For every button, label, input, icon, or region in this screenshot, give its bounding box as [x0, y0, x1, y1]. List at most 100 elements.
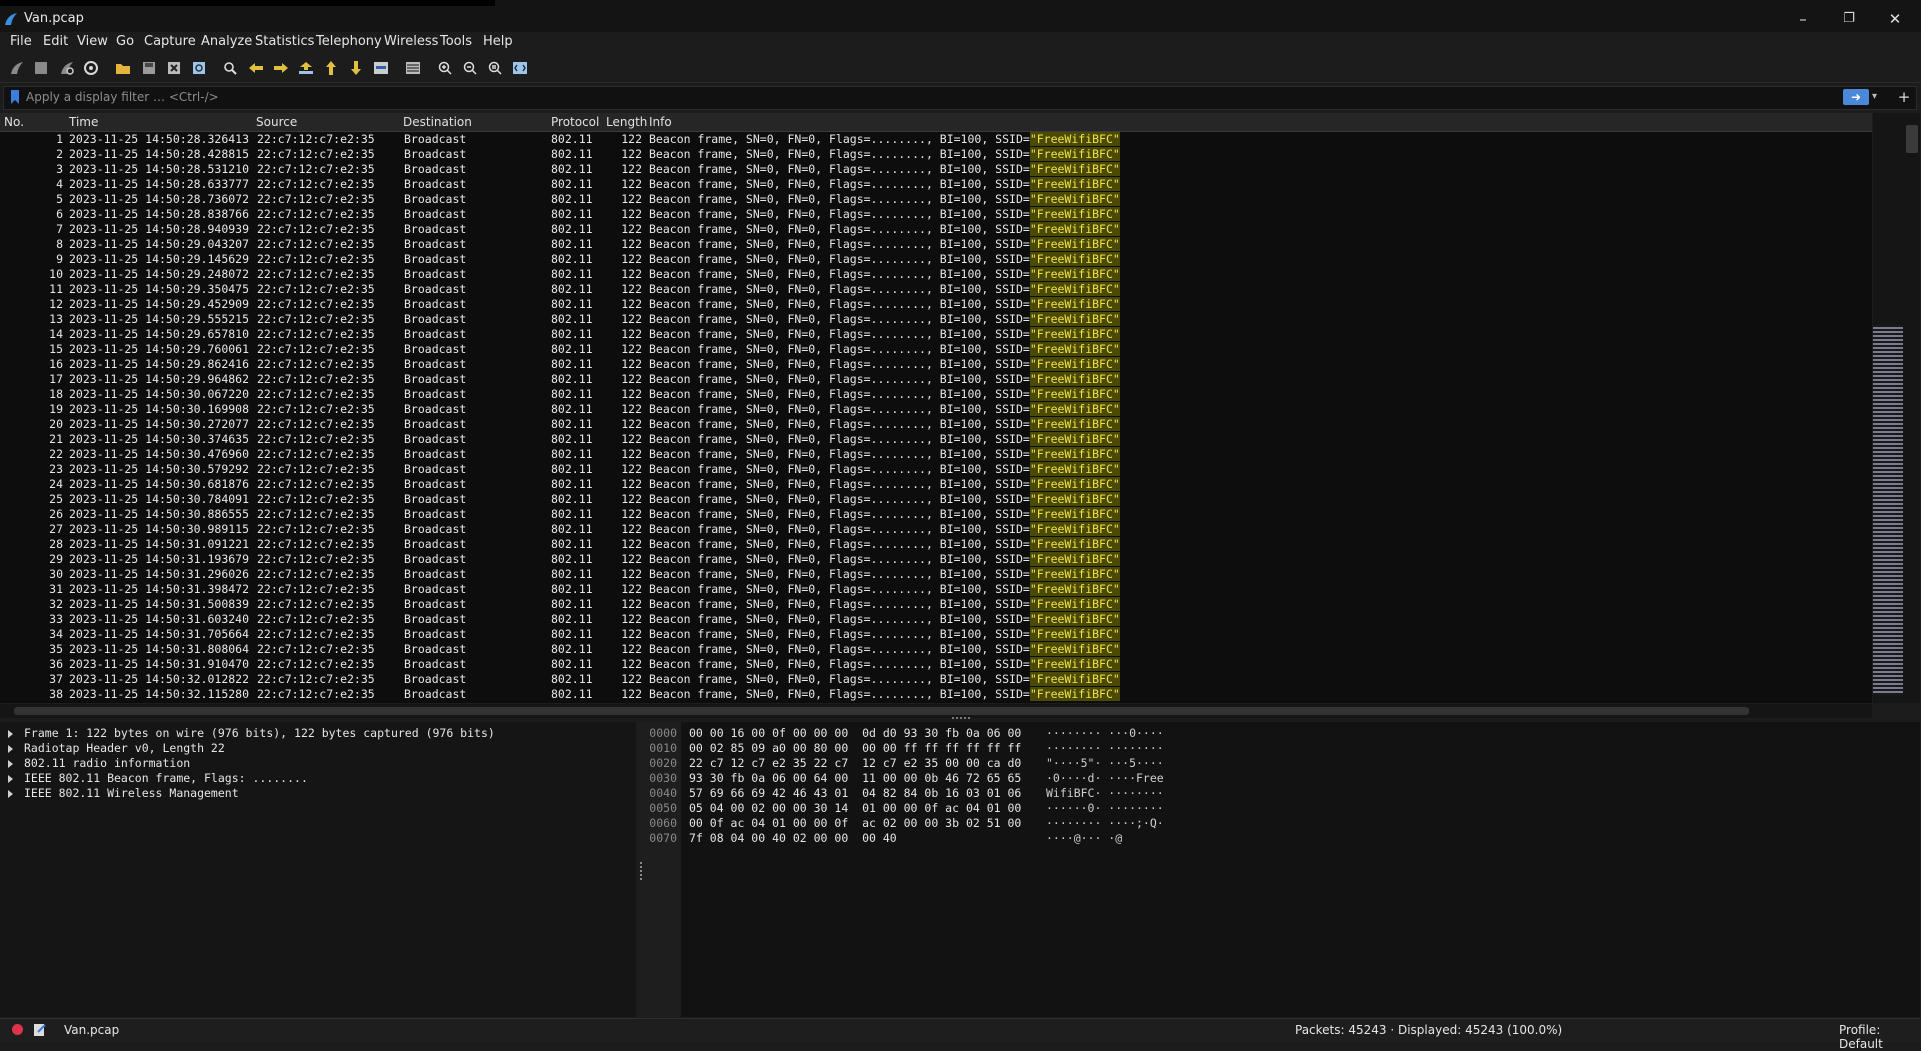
hex-dump-row[interactable]: 0070 7f 08 04 00 40 02 00 00 00 40 ····@··… [647, 831, 1347, 846]
table-row[interactable]: 9 2023-11-25 14:50:29.145629 22:c7:12:c7:e… [0, 252, 1872, 267]
table-row[interactable]: 24 2023-11-25 14:50:30.681876 22:c7:12:c7:… [0, 477, 1872, 492]
menu-help[interactable]: Help [483, 34, 513, 49]
table-row[interactable]: 27 2023-11-25 14:50:30.989115 22:c7:12:c7:… [0, 522, 1872, 537]
detail-row-radio-info[interactable]: 802.11 radio information [0, 756, 636, 771]
menu-go[interactable]: Go [116, 34, 134, 49]
table-row[interactable]: 34 2023-11-25 14:50:31.705664 22:c7:12:c7:… [0, 627, 1872, 642]
table-row[interactable]: 5 2023-11-25 14:50:28.736072 22:c7:12:c7:e… [0, 192, 1872, 207]
go-forward-arrow-icon[interactable] [270, 58, 292, 78]
detail-row-radiotap[interactable]: Radiotap Header v0, Length 22 [0, 741, 636, 756]
hex-dump-row[interactable]: 0000 00 00 16 00 0f 00 00 00 0d d0 93 30 … [647, 726, 1347, 741]
table-row[interactable]: 13 2023-11-25 14:50:29.555215 22:c7:12:c7:… [0, 312, 1872, 327]
table-row[interactable]: 12 2023-11-25 14:50:29.452909 22:c7:12:c7:… [0, 297, 1872, 312]
expand-arrow-icon[interactable] [8, 775, 13, 783]
packet-list-scroll-thumb[interactable] [1906, 125, 1918, 153]
zoom-in-icon[interactable] [434, 58, 456, 78]
ascii-bytes[interactable]: ······0· ········ [1046, 801, 1164, 816]
table-row[interactable]: 29 2023-11-25 14:50:31.193679 22:c7:12:c7:… [0, 552, 1872, 567]
display-filter-input[interactable] [26, 88, 1826, 106]
packet-list-horizontal-scrollbar[interactable] [0, 704, 1872, 718]
start-capture-fin-icon[interactable] [6, 58, 28, 78]
expert-info-record-icon[interactable] [12, 1024, 23, 1035]
ascii-bytes[interactable]: ····@··· ·@ [1046, 831, 1122, 846]
table-row[interactable]: 30 2023-11-25 14:50:31.296026 22:c7:12:c7:… [0, 567, 1872, 582]
table-row[interactable]: 18 2023-11-25 14:50:30.067220 22:c7:12:c7:… [0, 387, 1872, 402]
go-to-packet-icon[interactable] [295, 58, 317, 78]
expand-arrow-icon[interactable] [8, 790, 13, 798]
expand-arrow-icon[interactable] [8, 760, 13, 768]
colorize-icon[interactable] [402, 58, 424, 78]
table-row[interactable]: 35 2023-11-25 14:50:31.808064 22:c7:12:c7:… [0, 642, 1872, 657]
hex-bytes[interactable]: 22 c7 12 c7 e2 35 22 c7 12 c7 e2 35 00 0… [689, 756, 1021, 771]
horizontal-scroll-thumb[interactable] [14, 707, 1749, 715]
ascii-bytes[interactable]: WifiBFC· ········ [1046, 786, 1164, 801]
add-filter-button[interactable]: + [1895, 87, 1913, 107]
menu-statistics[interactable]: Statistics [255, 34, 314, 49]
table-row[interactable]: 8 2023-11-25 14:50:29.043207 22:c7:12:c7:e… [0, 237, 1872, 252]
expand-arrow-icon[interactable] [8, 730, 13, 738]
zoom-out-icon[interactable] [459, 58, 481, 78]
table-row[interactable]: 33 2023-11-25 14:50:31.603240 22:c7:12:c7:… [0, 612, 1872, 627]
resize-columns-icon[interactable] [509, 58, 531, 78]
menu-analyze[interactable]: Analyze [201, 34, 252, 49]
expand-arrow-icon[interactable] [8, 745, 13, 753]
hex-dump-row[interactable]: 0040 57 69 66 69 42 46 43 01 04 82 84 0b … [647, 786, 1347, 801]
table-row[interactable]: 38 2023-11-25 14:50:32.115280 22:c7:12:c7:… [0, 687, 1872, 702]
table-row[interactable]: 7 2023-11-25 14:50:28.940939 22:c7:12:c7:e… [0, 222, 1872, 237]
table-row[interactable]: 10 2023-11-25 14:50:29.248072 22:c7:12:c7:… [0, 267, 1872, 282]
table-row[interactable]: 14 2023-11-25 14:50:29.657810 22:c7:12:c7:… [0, 327, 1872, 342]
table-row[interactable]: 32 2023-11-25 14:50:31.500839 22:c7:12:c7:… [0, 597, 1872, 612]
table-row[interactable]: 3 2023-11-25 14:50:28.531210 22:c7:12:c7:e… [0, 162, 1872, 177]
table-row[interactable]: 36 2023-11-25 14:50:31.910470 22:c7:12:c7:… [0, 657, 1872, 672]
table-row[interactable]: 15 2023-11-25 14:50:29.760061 22:c7:12:c7:… [0, 342, 1872, 357]
detail-row-wireless-management[interactable]: IEEE 802.11 Wireless Management [0, 786, 636, 801]
table-row[interactable]: 37 2023-11-25 14:50:32.012822 22:c7:12:c7:… [0, 672, 1872, 687]
ascii-bytes[interactable]: "····5"· ···5···· [1046, 756, 1164, 771]
detail-row-frame[interactable]: Frame 1: 122 bytes on wire (976 bits), 1… [0, 726, 636, 741]
hex-bytes[interactable]: 00 02 85 09 a0 00 80 00 00 00 ff ff ff f… [689, 741, 1021, 756]
pane-splitter-grip[interactable] [952, 717, 972, 719]
close-button[interactable]: ✕ [1872, 4, 1918, 34]
ascii-bytes[interactable]: ········ ···0···· [1046, 726, 1164, 741]
table-row[interactable]: 1 2023-11-25 14:50:28.326413 22:c7:12:c7:e… [0, 132, 1872, 147]
hex-bytes[interactable]: 00 00 16 00 0f 00 00 00 0d d0 93 30 fb 0… [689, 726, 1021, 741]
table-row[interactable]: 23 2023-11-25 14:50:30.579292 22:c7:12:c7:… [0, 462, 1872, 477]
filter-history-chevron-down-icon[interactable]: ▾ [1872, 89, 1884, 105]
menu-wireless[interactable]: Wireless [384, 34, 438, 49]
menu-capture[interactable]: Capture [144, 34, 196, 49]
menu-edit[interactable]: Edit [43, 34, 68, 49]
hex-dump-row[interactable]: 0020 22 c7 12 c7 e2 35 22 c7 12 c7 e2 35 … [647, 756, 1347, 771]
hex-bytes[interactable]: 57 69 66 69 42 46 43 01 04 82 84 0b 16 0… [689, 786, 1021, 801]
table-row[interactable]: 6 2023-11-25 14:50:28.838766 22:c7:12:c7:e… [0, 207, 1872, 222]
hex-dump-row[interactable]: 0030 93 30 fb 0a 06 00 64 00 11 00 00 0b … [647, 771, 1347, 786]
status-profile[interactable]: Profile: Default [1839, 1023, 1921, 1051]
packet-minimap[interactable] [1873, 325, 1903, 695]
column-header-length[interactable]: Length [606, 115, 647, 129]
go-back-arrow-icon[interactable] [245, 58, 267, 78]
table-row[interactable]: 17 2023-11-25 14:50:29.964862 22:c7:12:c7:… [0, 372, 1872, 387]
detail-row-beacon-frame[interactable]: IEEE 802.11 Beacon frame, Flags: .......… [0, 771, 636, 786]
find-packet-icon[interactable] [219, 58, 241, 78]
table-row[interactable]: 19 2023-11-25 14:50:30.169908 22:c7:12:c7:… [0, 402, 1872, 417]
table-row[interactable]: 26 2023-11-25 14:50:30.886555 22:c7:12:c7:… [0, 507, 1872, 522]
apply-filter-arrow-icon[interactable]: ➜ [1843, 89, 1869, 105]
hex-bytes[interactable]: 00 0f ac 04 01 00 00 0f ac 02 00 00 3b 0… [689, 816, 1021, 831]
column-header-time[interactable]: Time [69, 115, 98, 129]
ascii-bytes[interactable]: ·0····d· ····Free [1046, 771, 1164, 786]
menu-telephony[interactable]: Telephony [316, 34, 382, 49]
ascii-bytes[interactable]: ········ ····;·Q· [1046, 816, 1164, 831]
menu-tools[interactable]: Tools [440, 34, 472, 49]
hex-bytes[interactable]: 7f 08 04 00 40 02 00 00 00 40 [689, 831, 897, 846]
save-file-icon[interactable] [138, 58, 160, 78]
hex-dump-row[interactable]: 0010 00 02 85 09 a0 00 80 00 00 00 ff ff … [647, 741, 1347, 756]
table-row[interactable]: 22 2023-11-25 14:50:30.476960 22:c7:12:c7:… [0, 447, 1872, 462]
column-header-source[interactable]: Source [256, 115, 297, 129]
stop-capture-icon[interactable] [30, 58, 52, 78]
first-packet-icon[interactable] [320, 58, 342, 78]
table-row[interactable]: 28 2023-11-25 14:50:31.091221 22:c7:12:c7:… [0, 537, 1872, 552]
table-row[interactable]: 2 2023-11-25 14:50:28.428815 22:c7:12:c7:e… [0, 147, 1872, 162]
splitter-grip-handle[interactable] [640, 862, 642, 882]
table-row[interactable]: 11 2023-11-25 14:50:29.350475 22:c7:12:c7:… [0, 282, 1872, 297]
menu-view[interactable]: View [77, 34, 108, 49]
column-header-protocol[interactable]: Protocol [551, 115, 599, 129]
